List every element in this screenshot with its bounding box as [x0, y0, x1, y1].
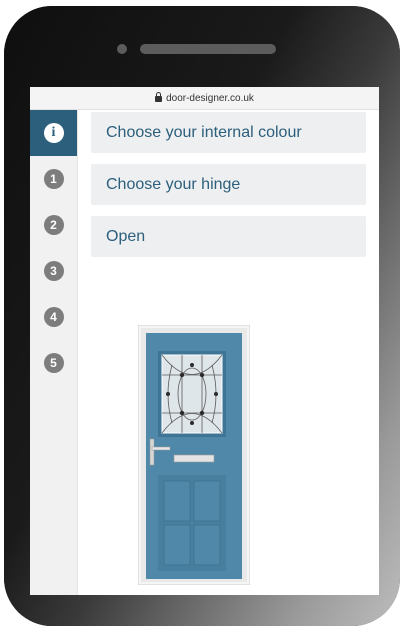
browser-url-bar[interactable]: door-designer.co.uk [30, 87, 379, 110]
lower-panel-left-top [163, 480, 191, 522]
door-image [137, 324, 251, 586]
url-text: door-designer.co.uk [166, 92, 254, 104]
step-sidebar: i 1 2 3 4 5 [30, 110, 78, 595]
letterbox [173, 454, 215, 463]
door-handle [151, 446, 171, 451]
info-icon: i [43, 123, 64, 143]
door-preview [137, 324, 251, 590]
step-5[interactable]: 5 [30, 340, 77, 386]
door-handle-plate [149, 438, 155, 466]
lock-icon [155, 92, 163, 102]
option-open[interactable]: Open [91, 216, 366, 257]
front-camera [117, 44, 127, 54]
step-1[interactable]: 1 [30, 156, 77, 202]
step-number: 3 [43, 261, 64, 281]
phone-screen: door-designer.co.uk i 1 2 3 4 5 Choose y… [30, 87, 379, 595]
step-info[interactable]: i [30, 110, 77, 156]
lower-panel-left-bottom [163, 524, 191, 566]
step-3[interactable]: 3 [30, 248, 77, 294]
earpiece-speaker [140, 44, 276, 54]
step-number: 4 [43, 307, 64, 327]
step-number: 5 [43, 353, 64, 373]
step-4[interactable]: 4 [30, 294, 77, 340]
lower-panel-right-bottom [193, 524, 221, 566]
step-number: 2 [43, 215, 64, 235]
lower-panel-right-top [193, 480, 221, 522]
option-internal-colour[interactable]: Choose your internal colour [91, 112, 366, 153]
option-hinge[interactable]: Choose your hinge [91, 164, 366, 205]
step-number: 1 [43, 169, 64, 189]
option-list: Choose your internal colour Choose your … [91, 112, 366, 268]
step-2[interactable]: 2 [30, 202, 77, 248]
